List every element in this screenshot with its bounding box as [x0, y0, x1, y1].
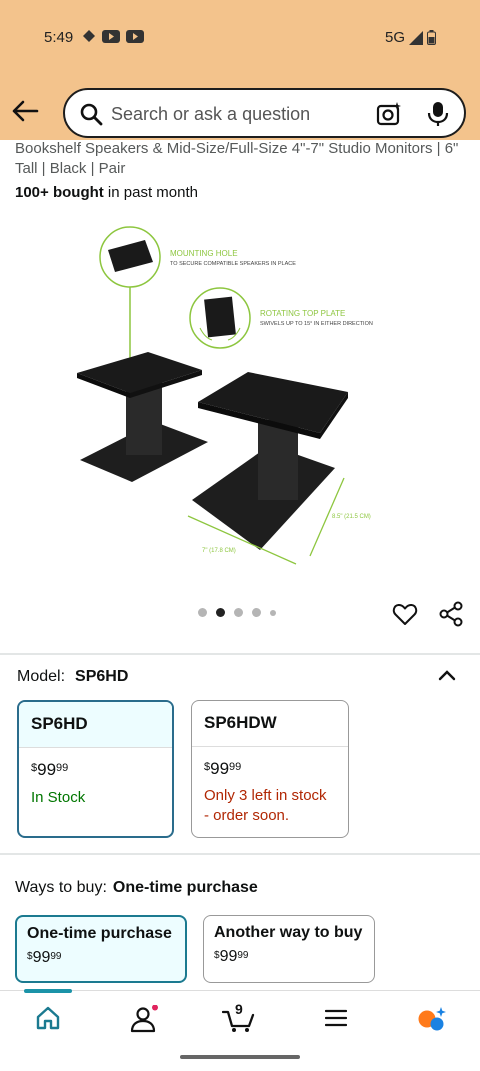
youtube-icon: [126, 29, 144, 43]
rufus-icon[interactable]: [416, 1005, 448, 1033]
ways-to-buy-label: Ways to buy:: [15, 879, 107, 896]
heart-icon[interactable]: [392, 601, 418, 627]
stock-status-line1: Only 3 left in stock: [204, 787, 327, 804]
account-icon[interactable]: [130, 1005, 160, 1033]
model-option-name: SP6HDW: [192, 701, 348, 747]
ways-to-buy-header: Ways to buy: One-time purchase: [15, 879, 258, 897]
ways-to-buy-value: One-time purchase: [112, 879, 258, 896]
microphone-icon[interactable]: [426, 101, 450, 127]
model-selected-value: SP6HD: [75, 668, 129, 685]
chevron-up-icon[interactable]: [438, 668, 456, 682]
location-icon: [83, 30, 95, 42]
section-divider: [0, 653, 480, 655]
bottom-navigation: 9: [0, 989, 480, 1071]
another-way-to-buy-option[interactable]: Another way to buy $9999: [203, 915, 375, 983]
rotating-plate: [204, 296, 236, 338]
width-dimension-label: 7" (17.8 CM): [202, 548, 236, 554]
model-option-sp6hd[interactable]: SP6HD $9999 In Stock: [17, 700, 174, 838]
signal-icon: [409, 30, 423, 45]
camera-search-icon[interactable]: [376, 101, 402, 127]
gesture-bar[interactable]: [180, 1055, 300, 1059]
product-title[interactable]: Bookshelf Speakers & Mid-Size/Full-Size …: [15, 139, 475, 179]
right-stand-column: [258, 420, 298, 500]
battery-icon: [427, 30, 436, 45]
bought-count-strong: 100+ bought: [15, 184, 104, 201]
carousel-dot[interactable]: [198, 608, 207, 617]
buy-option-title: One-time purchase: [27, 925, 172, 942]
search-bar[interactable]: Search or ask a question: [63, 88, 466, 138]
buy-option-price: $9999: [27, 949, 62, 966]
menu-icon[interactable]: [325, 1005, 347, 1031]
model-option-price: $9999: [31, 760, 69, 779]
share-icon[interactable]: [438, 601, 464, 627]
carousel-dot[interactable]: [234, 608, 243, 617]
home-icon[interactable]: [35, 1005, 61, 1031]
search-input[interactable]: Search or ask a question: [111, 104, 310, 125]
status-system-icons: 5G: [385, 29, 436, 46]
app-header: 5:49 5G Search or ask a question: [0, 0, 480, 140]
carousel-dot[interactable]: [252, 608, 261, 617]
model-option-sp6hdw[interactable]: SP6HDW $9999 Only 3 left in stock - orde…: [191, 700, 349, 838]
bought-count-rest: in past month: [103, 184, 198, 201]
rotating-plate-desc: SWIVELS UP TO 15° IN EITHER DIRECTION: [260, 321, 373, 327]
status-time: 5:49: [44, 29, 74, 46]
active-tab-indicator: [24, 989, 72, 993]
network-label: 5G: [384, 29, 405, 46]
stock-status: Only 3 left in stock - order soon.: [204, 786, 336, 826]
model-label: Model:: [17, 668, 66, 685]
stock-status-line2: - order soon.: [204, 807, 290, 824]
cart-count-badge: 9: [235, 1001, 243, 1017]
model-option-price: $9999: [204, 759, 242, 778]
section-divider: [0, 853, 480, 855]
carousel-dot[interactable]: [270, 609, 276, 616]
rotating-plate-title: ROTATING TOP PLATE: [260, 309, 345, 318]
stock-status: In Stock: [31, 789, 86, 806]
mounting-hole-title: MOUNTING HOLE: [170, 249, 238, 258]
image-carousel-indicator[interactable]: [198, 608, 276, 617]
carousel-dot-active[interactable]: [216, 608, 225, 617]
buy-option-title: Another way to buy: [214, 924, 363, 941]
one-time-purchase-option[interactable]: One-time purchase $9999: [15, 915, 187, 983]
model-option-name: SP6HD: [19, 702, 172, 748]
depth-dimension-label: 8.5" (21.5 CM): [332, 514, 371, 520]
buy-option-price: $9999: [214, 948, 249, 965]
status-notification-icons: [82, 29, 144, 43]
left-stand-top: [77, 352, 202, 393]
back-arrow-icon[interactable]: [10, 96, 40, 126]
bought-count: 100+ bought in past month: [15, 184, 198, 201]
mounting-hole-desc: TO SECURE COMPATIBLE SPEAKERS IN PLACE: [170, 261, 296, 267]
product-image[interactable]: MOUNTING HOLE TO SECURE COMPATIBLE SPEAK…: [60, 220, 420, 585]
model-selector-header: Model: SP6HD: [17, 668, 128, 686]
search-icon: [80, 103, 103, 126]
youtube-icon: [102, 29, 120, 43]
